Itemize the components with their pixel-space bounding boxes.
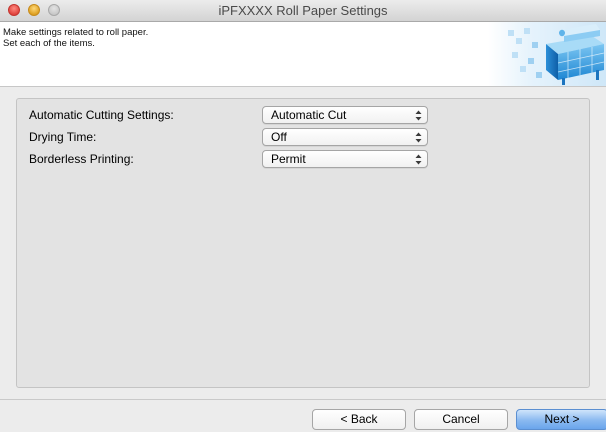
up-down-arrows-icon bbox=[415, 110, 422, 121]
drying-time-label: Drying Time: bbox=[29, 130, 97, 144]
automatic-cutting-value: Automatic Cut bbox=[271, 108, 347, 122]
window-title: iPFXXXX Roll Paper Settings bbox=[218, 3, 388, 18]
roll-paper-printer-icon bbox=[488, 22, 606, 86]
back-button[interactable]: < Back bbox=[312, 409, 406, 430]
header-line-1: Make settings related to roll paper. bbox=[3, 27, 149, 38]
borderless-printing-label: Borderless Printing: bbox=[29, 152, 134, 166]
title-bar: iPFXXXX Roll Paper Settings bbox=[0, 0, 606, 22]
automatic-cutting-popup[interactable]: Automatic Cut bbox=[262, 106, 428, 124]
up-down-arrows-icon bbox=[415, 154, 422, 165]
settings-group: Automatic Cutting Settings: Automatic Cu… bbox=[16, 98, 590, 388]
automatic-cutting-label: Automatic Cutting Settings: bbox=[29, 108, 174, 122]
cancel-button[interactable]: Cancel bbox=[414, 409, 508, 430]
header-line-2: Set each of the items. bbox=[3, 38, 95, 49]
borderless-printing-popup[interactable]: Permit bbox=[262, 150, 428, 168]
up-down-arrows-icon bbox=[415, 132, 422, 143]
borderless-printing-value: Permit bbox=[271, 152, 306, 166]
drying-time-value: Off bbox=[271, 130, 287, 144]
header-instructions: Make settings related to roll paper. Set… bbox=[3, 27, 148, 49]
footer-separator bbox=[0, 399, 606, 400]
drying-time-popup[interactable]: Off bbox=[262, 128, 428, 146]
next-button[interactable]: Next > bbox=[516, 409, 606, 430]
header-banner: Make settings related to roll paper. Set… bbox=[0, 22, 606, 87]
